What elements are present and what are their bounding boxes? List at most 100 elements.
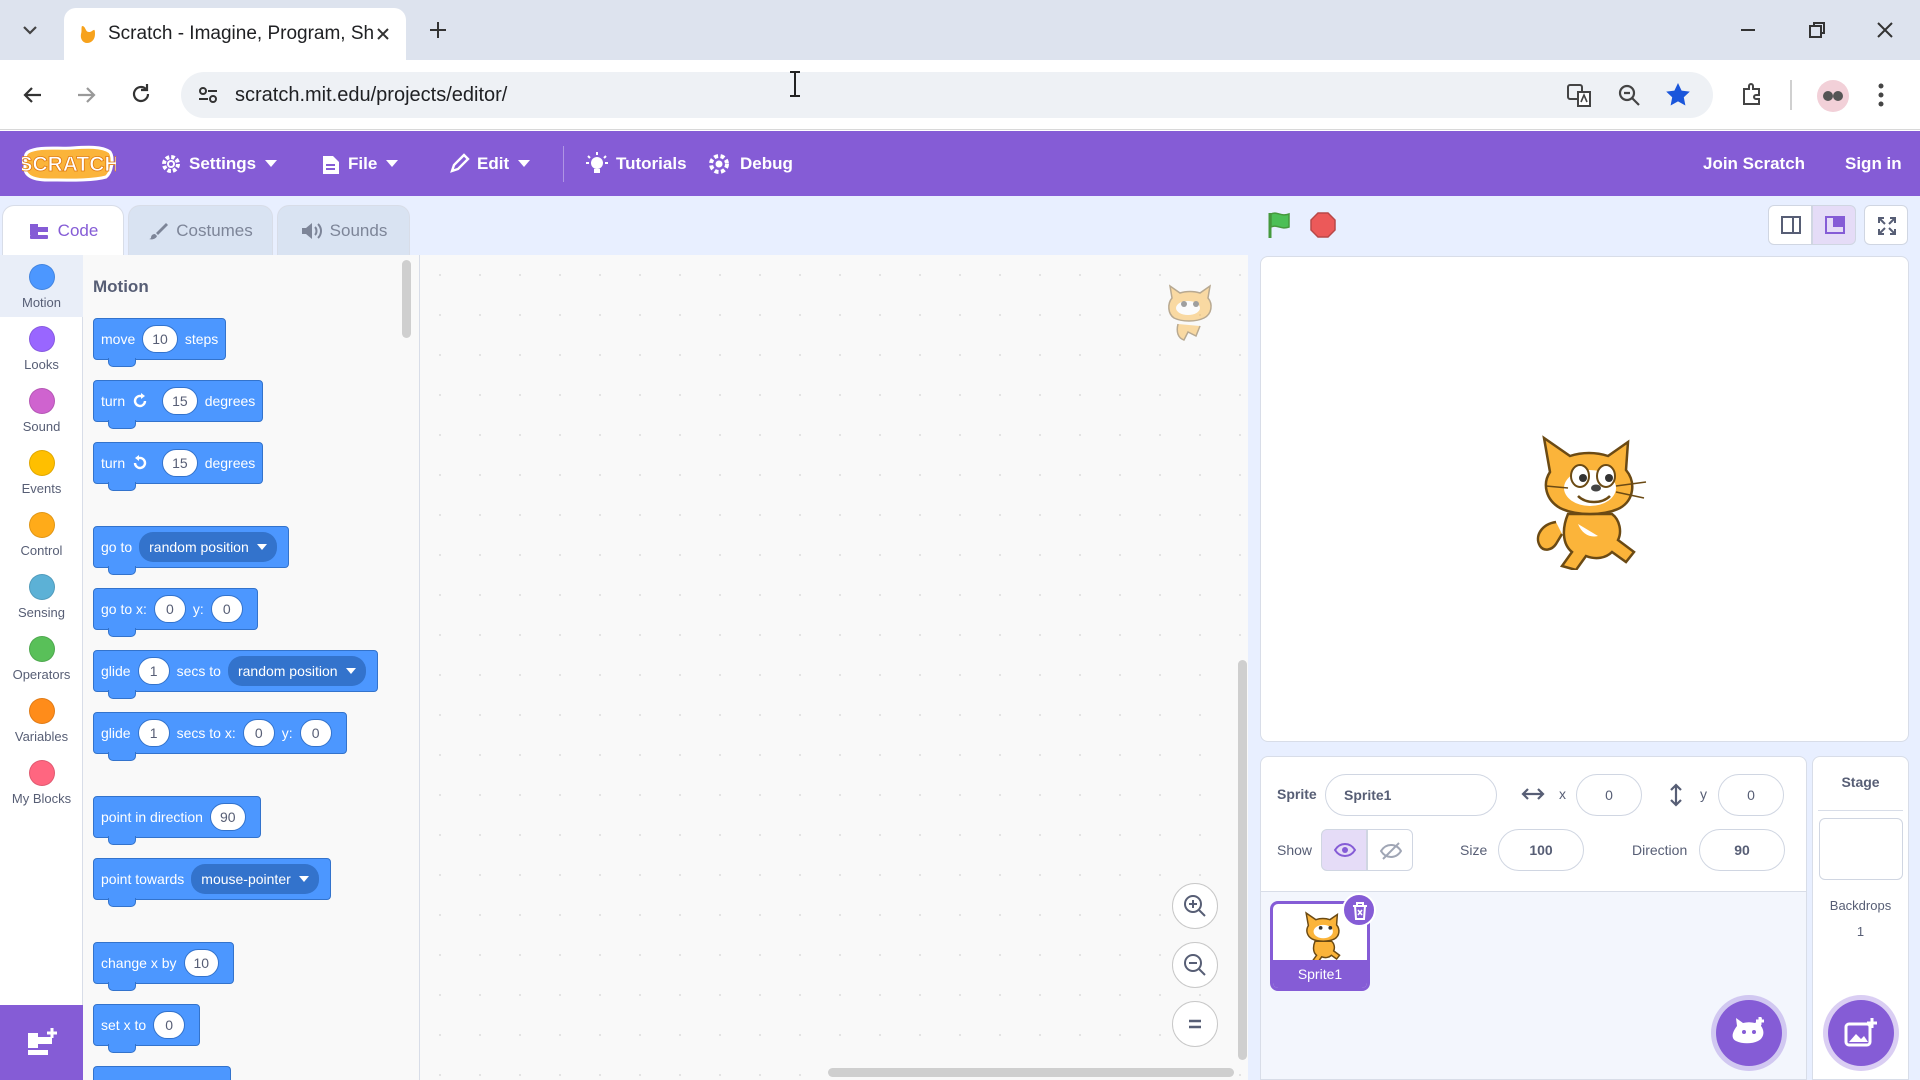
sprite-name-input[interactable]: Sprite1 xyxy=(1325,774,1497,816)
rotate-left-icon xyxy=(133,455,147,470)
large-stage-button[interactable] xyxy=(1812,205,1856,245)
category-looks[interactable]: Looks xyxy=(0,317,83,379)
zoom-icon[interactable] xyxy=(1616,82,1642,108)
block-input-x[interactable]: 0 xyxy=(242,719,275,747)
block-input[interactable]: 90 xyxy=(209,803,246,831)
script-workspace[interactable] xyxy=(420,255,1248,1080)
file-menu[interactable]: File xyxy=(321,131,399,196)
sign-in-button[interactable]: Sign in xyxy=(1845,131,1902,196)
close-tab-icon[interactable] xyxy=(374,25,392,43)
restore-icon[interactable] xyxy=(1805,18,1829,42)
block-text: glide xyxy=(101,725,131,741)
palette-scrollbar[interactable] xyxy=(402,260,411,338)
block-input[interactable]: 10 xyxy=(183,949,220,977)
join-scratch-button[interactable]: Join Scratch xyxy=(1703,131,1805,196)
block-glide-to[interactable]: glide 1 secs to random position xyxy=(93,650,378,699)
block-set-x[interactable]: set x to 0 xyxy=(93,1004,201,1053)
tab-search-icon[interactable] xyxy=(18,18,42,42)
block-input[interactable]: 1 xyxy=(137,657,170,685)
choose-sprite-button[interactable] xyxy=(1716,1000,1782,1066)
extensions-icon[interactable] xyxy=(1740,81,1766,107)
zoom-out-button[interactable] xyxy=(1172,942,1218,988)
block-move-steps[interactable]: move 10 steps xyxy=(93,318,227,367)
reload-icon[interactable] xyxy=(128,81,154,107)
debug-button[interactable]: Debug xyxy=(705,131,793,196)
minimize-icon[interactable] xyxy=(1736,18,1760,42)
block-point-towards[interactable]: point towards mouse-pointer xyxy=(93,858,331,907)
block-input[interactable]: 10 xyxy=(142,325,178,353)
settings-menu[interactable]: Settings xyxy=(160,131,278,196)
category-operators[interactable]: Operators xyxy=(0,627,83,689)
y-input[interactable]: 0 xyxy=(1718,774,1784,816)
green-flag-button[interactable] xyxy=(1265,210,1295,240)
category-sound[interactable]: Sound xyxy=(0,379,83,441)
show-hidden-button[interactable] xyxy=(1367,829,1413,871)
edit-menu[interactable]: Edit xyxy=(448,131,531,196)
block-input[interactable]: 0 xyxy=(153,1011,186,1039)
block-input[interactable]: 15 xyxy=(162,387,198,415)
block-dropdown[interactable]: random position xyxy=(227,656,366,686)
translate-icon[interactable] xyxy=(1566,82,1592,108)
fullscreen-button[interactable] xyxy=(1864,205,1908,245)
size-input[interactable]: 100 xyxy=(1498,829,1584,871)
block-text: go to x: xyxy=(101,601,147,617)
direction-input[interactable]: 90 xyxy=(1699,829,1785,871)
workspace-vertical-scrollbar[interactable] xyxy=(1238,660,1247,1060)
url-text[interactable]: scratch.mit.edu/projects/editor/ xyxy=(235,84,507,107)
block-input-y[interactable]: 0 xyxy=(210,595,243,623)
window-close-icon[interactable] xyxy=(1873,18,1897,42)
block-go-to[interactable]: go to random position xyxy=(93,526,289,575)
category-control[interactable]: Control xyxy=(0,503,83,565)
block-change-x[interactable]: change x by 10 xyxy=(93,942,235,991)
back-icon[interactable] xyxy=(20,82,46,108)
browser-tab[interactable]: Scratch - Imagine, Program, Share xyxy=(64,8,406,60)
block-input-y[interactable]: 0 xyxy=(299,719,332,747)
category-events[interactable]: Events xyxy=(0,441,83,503)
block-glide-to-xy[interactable]: glide 1 secs to x: 0 y: 0 xyxy=(93,712,347,761)
chevron-down-icon xyxy=(386,160,399,167)
zoom-in-icon xyxy=(1184,895,1206,917)
block-dropdown[interactable]: random position xyxy=(139,532,277,562)
forward-icon[interactable] xyxy=(73,82,99,108)
delete-sprite-button[interactable] xyxy=(1342,893,1376,927)
tutorials-button[interactable]: Tutorials xyxy=(585,131,687,196)
sprite-cat[interactable] xyxy=(1516,430,1652,570)
block-point-in-direction[interactable]: point in direction 90 xyxy=(93,796,261,845)
add-extension-button[interactable] xyxy=(0,1005,83,1080)
show-visible-button[interactable] xyxy=(1321,829,1367,871)
gear-icon xyxy=(162,154,180,173)
fullscreen-icon xyxy=(1878,217,1896,235)
profile-avatar[interactable] xyxy=(1817,80,1849,112)
block-go-to-xy[interactable]: go to x: 0 y: 0 xyxy=(93,588,258,637)
browser-menu-icon[interactable] xyxy=(1876,80,1886,110)
bookmark-star-icon[interactable] xyxy=(1664,81,1692,109)
sprite-thumbnail xyxy=(1305,911,1341,962)
category-motion[interactable]: Motion xyxy=(0,255,83,317)
site-info-icon[interactable] xyxy=(196,83,220,107)
category-sensing[interactable]: Sensing xyxy=(0,565,83,627)
tab-code[interactable]: Code xyxy=(2,205,124,255)
block-dropdown[interactable]: mouse-pointer xyxy=(191,864,319,894)
block-turn-right[interactable]: turn 15 degrees xyxy=(93,380,264,429)
block-input[interactable]: 15 xyxy=(162,449,198,477)
zoom-in-button[interactable] xyxy=(1172,883,1218,929)
small-stage-button[interactable] xyxy=(1768,205,1812,245)
new-tab-icon[interactable] xyxy=(426,18,450,42)
tab-sounds[interactable]: Sounds xyxy=(277,205,410,255)
backdrop-thumbnail[interactable] xyxy=(1819,818,1903,880)
block-input-x[interactable]: 0 xyxy=(153,595,186,623)
tab-costumes[interactable]: Costumes xyxy=(128,205,273,255)
category-label: Control xyxy=(20,543,63,558)
zoom-reset-button[interactable] xyxy=(1172,1001,1218,1047)
stop-button[interactable] xyxy=(1309,211,1337,239)
block-input[interactable]: 1 xyxy=(137,719,170,747)
x-input[interactable]: 0 xyxy=(1576,774,1642,816)
category-variables[interactable]: Variables xyxy=(0,689,83,751)
choose-backdrop-button[interactable] xyxy=(1828,1000,1894,1066)
block-turn-left[interactable]: turn 15 degrees xyxy=(93,442,264,491)
scratch-logo[interactable]: SCRATCH xyxy=(22,144,116,182)
workspace-horizontal-scrollbar[interactable] xyxy=(828,1068,1234,1077)
category-my-blocks[interactable]: My Blocks xyxy=(0,751,83,813)
category-label: Sensing xyxy=(18,605,65,620)
block-partial[interactable] xyxy=(93,1066,231,1080)
